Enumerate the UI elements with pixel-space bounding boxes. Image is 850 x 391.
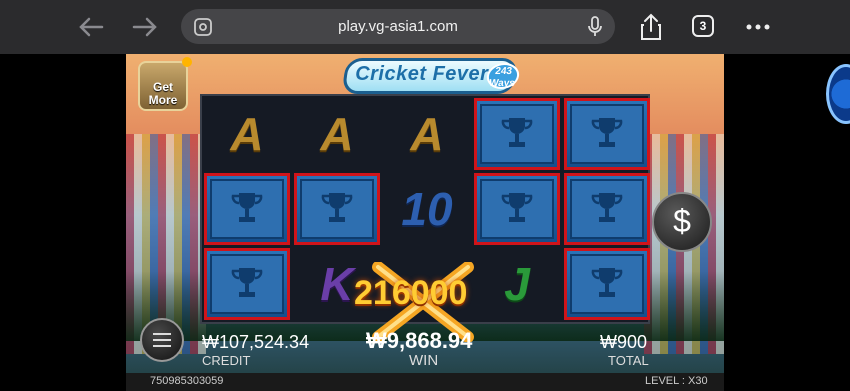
trophy-symbol xyxy=(204,173,290,245)
more-options-icon[interactable] xyxy=(746,24,770,30)
credit-value: ₩107,524.34 xyxy=(202,332,310,352)
forward-button[interactable] xyxy=(130,12,160,42)
share-icon[interactable] xyxy=(639,13,663,41)
trophy-symbol xyxy=(474,98,560,170)
symbol-label: A xyxy=(320,108,354,160)
url-text: play.vg-asia1.com xyxy=(338,18,458,35)
spin-button[interactable]: $ xyxy=(652,192,712,252)
game-id: 750985303059 xyxy=(150,375,224,387)
trophy-icon xyxy=(231,193,263,222)
get-more-label: Get More xyxy=(148,80,178,107)
total-label: TOTAL xyxy=(608,353,649,368)
ways-badge: 243 Ways xyxy=(485,63,521,89)
slot-game: Get More Cricket Fever 243 Ways A A A 10 K J … xyxy=(126,54,724,391)
symbol-label: A xyxy=(410,108,444,160)
arrow-right-icon xyxy=(132,17,157,37)
game-title: Cricket Fever xyxy=(355,63,489,85)
win-value: ₩9,868.94 xyxy=(366,328,473,353)
tabs-button[interactable]: 3 xyxy=(692,15,714,37)
letter-symbol: 10 xyxy=(384,173,470,245)
symbol-label: A xyxy=(230,108,264,160)
symbol-label: 10 xyxy=(401,183,453,235)
symbol-label: K xyxy=(320,258,354,310)
menu-line-icon xyxy=(153,345,171,347)
trophy-icon xyxy=(321,193,353,222)
browser-toolbar: play.vg-asia1.com 3 xyxy=(0,0,850,54)
trophy-icon xyxy=(501,193,533,222)
trophy-icon xyxy=(591,268,623,297)
menu-line-icon xyxy=(153,333,171,335)
trophy-icon xyxy=(501,118,533,147)
get-more-button[interactable]: Get More xyxy=(138,57,192,111)
arrow-left-icon xyxy=(79,17,104,37)
trophy-icon xyxy=(231,268,263,297)
game-logo: Cricket Fever 243 Ways xyxy=(341,58,521,94)
level-text: LEVEL : X30 xyxy=(645,375,708,387)
trophy-symbol xyxy=(294,173,380,245)
win-label: WIN xyxy=(409,352,439,369)
info-bar: 750985303059 LEVEL : X30 xyxy=(126,373,724,391)
side-wheel-widget[interactable] xyxy=(826,64,850,124)
microphone-icon[interactable] xyxy=(587,16,603,38)
menu-line-icon xyxy=(153,339,171,341)
letter-symbol: A xyxy=(384,98,470,170)
notification-dot-icon xyxy=(182,57,192,67)
trophy-symbol xyxy=(564,248,650,320)
symbol-label: J xyxy=(504,258,530,310)
trophy-symbol xyxy=(564,173,650,245)
back-button[interactable] xyxy=(76,12,106,42)
letter-symbol: A xyxy=(294,98,380,170)
letter-symbol: A xyxy=(204,98,290,170)
total-bet-value: ₩900 xyxy=(600,332,648,352)
trophy-symbol xyxy=(204,248,290,320)
address-bar[interactable]: play.vg-asia1.com xyxy=(181,9,615,44)
credit-label: CREDIT xyxy=(202,353,251,368)
trophy-symbol xyxy=(474,173,560,245)
trophy-symbol xyxy=(564,98,650,170)
win-overlay-amount: 216000 xyxy=(354,274,468,312)
menu-button[interactable] xyxy=(140,318,184,362)
trophy-icon xyxy=(591,118,623,147)
trophy-icon xyxy=(591,193,623,222)
